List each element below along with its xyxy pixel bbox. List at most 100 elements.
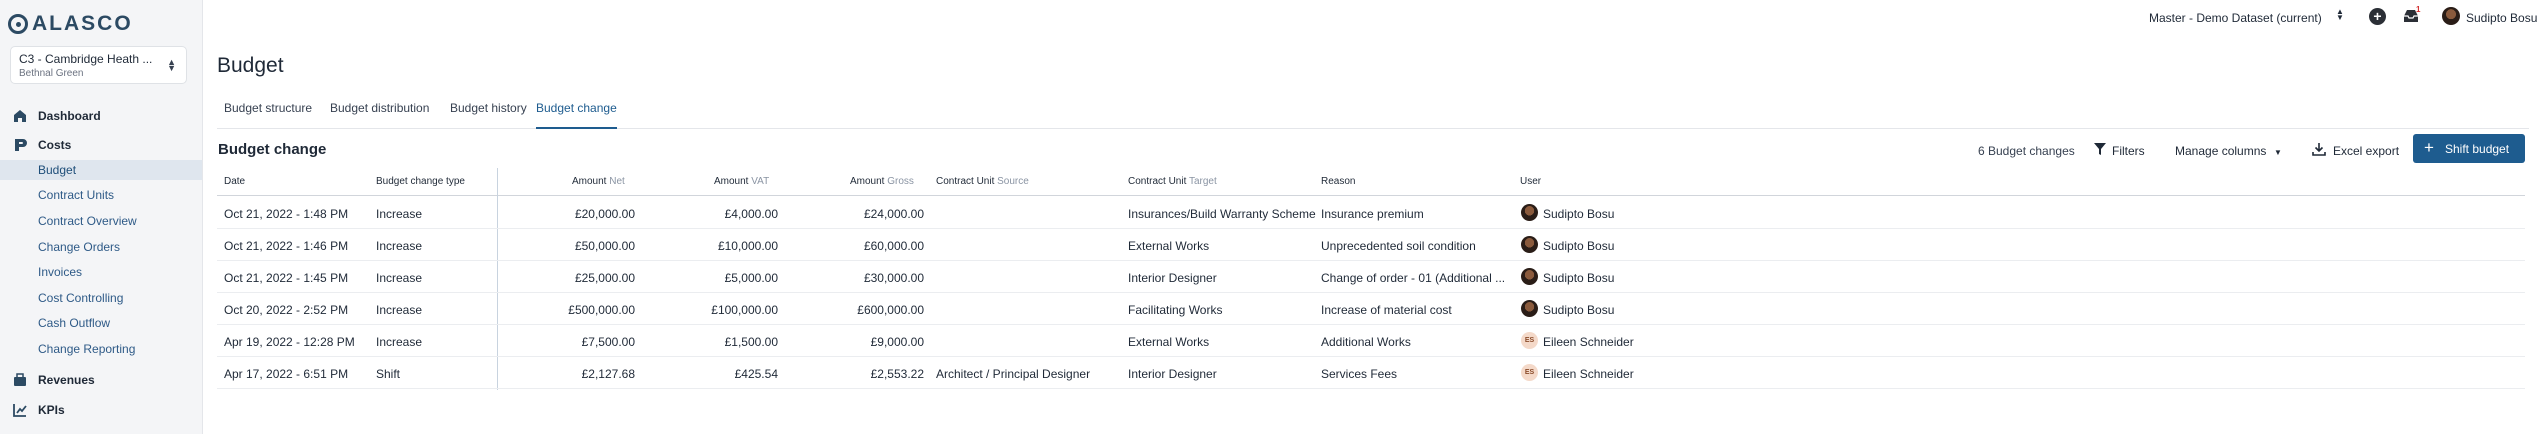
cell-reason: Unprecedented soil condition	[1321, 239, 1476, 253]
table-row[interactable]: Apr 19, 2022 - 12:28 PM Increase £7,500.00…	[217, 325, 2525, 357]
manage-columns-button[interactable]: Manage columns	[2175, 144, 2266, 158]
table-row[interactable]: Oct 21, 2022 - 1:45 PM Increase £25,000.00…	[217, 261, 2525, 293]
cell-date: Oct 20, 2022 - 2:52 PM	[224, 303, 349, 317]
sidebar-item-change-orders[interactable]: Change Orders	[0, 237, 202, 257]
tab-budget-structure[interactable]: Budget structure	[224, 101, 312, 129]
tab-budget-change[interactable]: Budget change	[536, 101, 617, 129]
table-row[interactable]: Oct 21, 2022 - 1:46 PM Increase £50,000.00…	[217, 229, 2525, 261]
sidebar-item-contract-units[interactable]: Contract Units	[0, 185, 202, 205]
header-type[interactable]: Budget change type	[376, 176, 465, 187]
sidebar-item-change-reporting[interactable]: Change Reporting	[0, 339, 202, 359]
notification-badge: 1	[2416, 5, 2421, 14]
sidebar-item-label: Change Reporting	[38, 342, 136, 356]
user-avatar: ES	[1521, 332, 1538, 349]
nav-dashboard[interactable]: Dashboard	[0, 106, 202, 126]
header-user[interactable]: User	[1520, 176, 1541, 187]
cell-vat: £10,000.00	[717, 239, 778, 253]
cell-target: Interior Designer	[1128, 271, 1217, 285]
cell-net: £25,000.00	[574, 271, 635, 285]
cell-vat: £1,500.00	[724, 335, 778, 349]
cell-net: £50,000.00	[574, 239, 635, 253]
header-amount-gross[interactable]: Amount Gross	[850, 176, 914, 187]
sidebar-item-cost-controlling[interactable]: Cost Controlling	[0, 288, 202, 308]
sidebar-item-invoices[interactable]: Invoices	[0, 262, 202, 282]
chevron-down-icon[interactable]: ▼	[2274, 148, 2282, 157]
dataset-selector[interactable]: Master - Demo Dataset (current)	[2149, 11, 2322, 25]
revenues-icon	[14, 373, 26, 386]
cell-type: Shift	[376, 367, 401, 381]
cell-net: £2,127.68	[581, 367, 635, 381]
cell-vat: £100,000.00	[711, 303, 778, 317]
header-reason[interactable]: Reason	[1321, 176, 1355, 187]
sidebar-item-budget[interactable]: Budget	[0, 160, 202, 180]
costs-icon	[15, 139, 27, 151]
nav-revenues[interactable]: Revenues	[0, 370, 202, 390]
filters-button[interactable]: Filters	[2112, 144, 2145, 158]
cell-gross: £60,000.00	[863, 239, 924, 253]
cell-target: Facilitating Works	[1128, 303, 1223, 317]
header-amount-net[interactable]: Amount Net	[572, 176, 625, 187]
alasco-logo[interactable]: ALASCO	[8, 12, 133, 36]
sidebar-item-label: Contract Units	[38, 188, 115, 202]
filter-icon[interactable]	[2094, 142, 2106, 156]
cell-type: Increase	[376, 303, 423, 317]
header-contract-unit-target[interactable]: Contract Unit Target	[1128, 176, 1217, 187]
user-name[interactable]: Sudipto Bosu	[2466, 11, 2537, 25]
cell-source: Architect / Principal Designer	[936, 367, 1091, 381]
cell-gross: £24,000.00	[863, 207, 924, 221]
sidebar-item-label: Cost Controlling	[38, 291, 124, 305]
download-icon[interactable]	[2312, 142, 2326, 156]
user-avatar: ES	[1521, 364, 1538, 381]
sidebar-item-cash-outflow[interactable]: Cash Outflow	[0, 313, 202, 333]
cell-user: Eileen Schneider	[1543, 335, 1634, 349]
cell-type: Increase	[376, 335, 423, 349]
sidebar-item-label: Budget	[38, 163, 77, 177]
chevron-up-down-icon[interactable]: ▲ ▼	[2336, 8, 2344, 22]
header-contract-unit-source[interactable]: Contract Unit Source	[936, 176, 1029, 187]
tab-bar: Budget structure Budget distribution Bud…	[217, 95, 2529, 129]
table-row[interactable]: Oct 20, 2022 - 2:52 PM Increase £500,000.0…	[217, 293, 2525, 325]
cell-vat: £4,000.00	[724, 207, 778, 221]
home-icon	[14, 110, 26, 122]
cell-net: £20,000.00	[574, 207, 635, 221]
project-selector[interactable]: C3 - Cambridge Heath ... Bethnal Green ▲…	[10, 46, 187, 84]
add-icon[interactable]: +	[2369, 8, 2386, 25]
nav-costs-label: Costs	[38, 138, 72, 152]
sidebar: ALASCO C3 - Cambridge Heath ... Bethnal …	[0, 0, 203, 434]
cell-vat: £425.54	[734, 367, 778, 381]
cell-gross: £30,000.00	[863, 271, 924, 285]
tab-budget-distribution[interactable]: Budget distribution	[330, 101, 429, 129]
cell-gross: £600,000.00	[857, 303, 924, 317]
chevron-up-down-icon: ▲ ▼	[167, 57, 176, 73]
logo-mark-icon	[8, 14, 28, 34]
nav-costs[interactable]: Costs	[0, 135, 202, 155]
sidebar-item-label: Change Orders	[38, 240, 121, 254]
cell-user: Eileen Schneider	[1543, 367, 1634, 381]
cell-user: Sudipto Bosu	[1543, 207, 1615, 221]
tab-budget-history[interactable]: Budget history	[450, 101, 527, 129]
cell-target: Insurances/Build Warranty Scheme	[1128, 207, 1316, 221]
table-row[interactable]: Apr 17, 2022 - 6:51 PM Shift £2,127.68 £425…	[217, 357, 2525, 389]
cell-date: Oct 21, 2022 - 1:48 PM	[224, 207, 349, 221]
nav-revenues-label: Revenues	[38, 373, 95, 387]
cell-reason: Services Fees	[1321, 367, 1398, 381]
cell-gross: £2,553.22	[870, 367, 924, 381]
project-owner: Bethnal Green	[19, 68, 84, 79]
cell-vat: £5,000.00	[724, 271, 778, 285]
user-avatar[interactable]	[2442, 7, 2460, 25]
user-avatar	[1521, 204, 1538, 221]
kpi-chart-icon	[13, 404, 27, 417]
header-amount-vat[interactable]: Amount VAT	[714, 176, 769, 187]
table-row[interactable]: Oct 21, 2022 - 1:48 PM Increase £20,000.00…	[217, 197, 2525, 229]
nav-dashboard-label: Dashboard	[38, 109, 101, 123]
cell-date: Oct 21, 2022 - 1:46 PM	[224, 239, 349, 253]
shift-budget-button[interactable]: + Shift budget	[2413, 134, 2525, 163]
user-avatar	[1521, 268, 1538, 285]
sidebar-item-contract-overview[interactable]: Contract Overview	[0, 211, 202, 231]
project-name: C3 - Cambridge Heath ...	[19, 52, 153, 66]
nav-kpis[interactable]: KPIs	[0, 400, 202, 420]
excel-export-button[interactable]: Excel export	[2333, 144, 2399, 158]
header-date[interactable]: Date	[224, 176, 245, 187]
section-title: Budget change	[218, 141, 327, 158]
cell-target: Interior Designer	[1128, 367, 1217, 381]
